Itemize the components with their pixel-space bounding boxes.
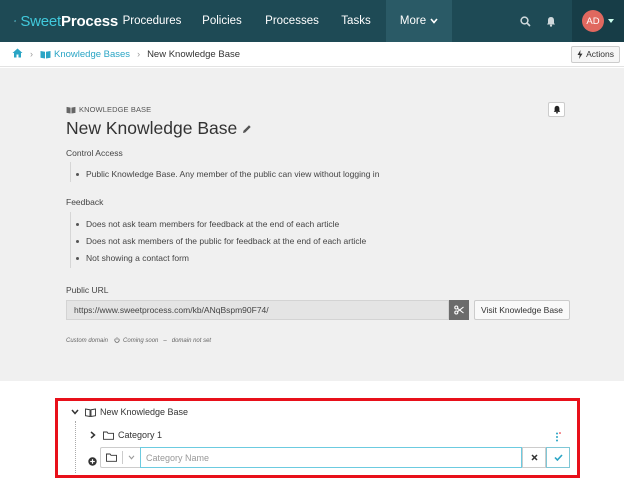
chevron-down-icon: [71, 409, 79, 415]
book-icon: [66, 106, 76, 114]
chevron-down-icon: [128, 455, 135, 460]
nav-more[interactable]: More: [386, 0, 452, 42]
category-options-kebab-icon[interactable]: [555, 429, 561, 447]
avatar: AD: [582, 10, 604, 32]
feedback-item: Does not ask members of the public for f…: [76, 236, 366, 246]
pencil-edit-icon[interactable]: [242, 124, 252, 134]
category-tree: New Knowledge Base Category 1: [55, 398, 580, 478]
page-title: New Knowledge Base: [66, 118, 252, 139]
control-access-item: Public Knowledge Base. Any member of the…: [76, 169, 379, 179]
new-category-form: [100, 447, 585, 468]
scissors-icon: [454, 305, 464, 315]
folder-icon: [106, 453, 117, 462]
breadcrumb: › Knowledge Bases › New Knowledge Base A…: [0, 42, 624, 67]
category-name-input[interactable]: [140, 447, 522, 468]
custom-domain-note: Custom domain Coming soon – domain not s…: [66, 337, 212, 345]
actions-button[interactable]: Actions: [571, 45, 620, 63]
public-url-field[interactable]: https://www.sweetprocess.com/kb/ANqBspm9…: [66, 300, 449, 320]
sweetprocess-logo[interactable]: SweetProcess: [0, 0, 118, 42]
feedback-item: Not showing a contact form: [76, 253, 189, 263]
breadcrumb-separator-icon: ›: [30, 49, 33, 59]
chevron-right-icon: [90, 431, 96, 439]
book-outline-icon: [85, 407, 96, 417]
search-icon[interactable]: [512, 0, 538, 42]
book-icon: [40, 50, 51, 58]
nav-procedures[interactable]: Procedures: [118, 0, 186, 42]
folder-type-select[interactable]: [100, 447, 140, 468]
chevron-down-icon: [430, 18, 438, 24]
lightning-icon: [577, 49, 583, 59]
breadcrumb-separator-icon: ›: [137, 49, 141, 59]
tree-guide-line: [75, 421, 76, 473]
nav-tasks[interactable]: Tasks: [326, 0, 386, 42]
add-circle-icon[interactable]: [88, 453, 97, 471]
feedback-title: Feedback: [66, 197, 104, 207]
feedback-item: Does not ask team members for feedback a…: [76, 219, 339, 229]
top-navbar: SweetProcess Procedures Policies Process…: [0, 0, 624, 42]
breadcrumb-knowledge-bases[interactable]: Knowledge Bases: [40, 49, 130, 60]
caret-down-icon: [608, 19, 614, 23]
checkmark-icon: [553, 454, 563, 461]
notifications-bell-icon[interactable]: [538, 0, 564, 42]
visit-knowledge-base-button[interactable]: Visit Knowledge Base: [474, 300, 570, 320]
home-icon[interactable]: [12, 48, 23, 61]
section-divider: [70, 162, 71, 182]
bell-icon: [553, 105, 560, 114]
copy-url-button[interactable]: [449, 300, 469, 320]
breadcrumb-current: New Knowledge Base: [147, 48, 241, 60]
logo-text: SweetProcess: [20, 12, 118, 30]
subscribe-bell-button[interactable]: [548, 102, 565, 117]
logo-mark-icon: [14, 20, 17, 22]
public-url-title: Public URL: [66, 285, 109, 295]
nav-processes[interactable]: Processes: [258, 0, 326, 42]
knowledge-base-details-panel: KNOWLEDGE BASE New Knowledge Base Contro…: [0, 68, 624, 381]
power-icon: [114, 337, 120, 345]
nav-policies[interactable]: Policies: [186, 0, 258, 42]
folder-icon: [103, 431, 114, 440]
close-icon: [530, 454, 538, 461]
category-row[interactable]: Category 1: [90, 430, 162, 440]
section-divider: [70, 212, 71, 268]
confirm-button[interactable]: [546, 447, 570, 468]
tree-root-row[interactable]: New Knowledge Base: [71, 407, 188, 417]
kb-type-label: KNOWLEDGE BASE: [66, 105, 151, 114]
control-access-title: Control Access: [66, 148, 123, 158]
cancel-button[interactable]: [522, 447, 546, 468]
user-menu[interactable]: AD: [572, 0, 624, 42]
